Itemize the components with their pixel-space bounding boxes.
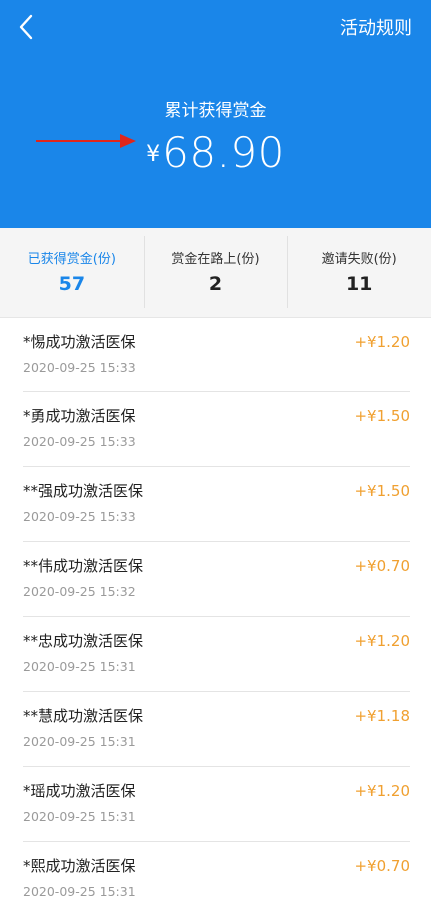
list-item: *熙成功激活医保 2020-09-25 15:31 +¥0.70 [23,842,410,916]
record-title: **忠成功激活医保 [23,632,144,650]
record-title: **伟成功激活医保 [23,557,144,575]
stat-failed-label: 邀请失败(份) [321,252,397,267]
record-time: 2020-09-25 15:31 [23,809,136,824]
list-item: *惕成功激活医保 2020-09-25 15:33 +¥1.20 [23,318,410,392]
record-amount: +¥1.20 [354,782,410,800]
record-title: **强成功激活医保 [23,482,144,500]
record-amount: +¥0.70 [354,857,410,875]
record-time: 2020-09-25 15:31 [23,734,136,749]
record-time: 2020-09-25 15:31 [23,659,136,674]
record-time: 2020-09-25 15:33 [23,509,136,524]
stat-pending-value: 2 [208,273,223,295]
stat-pending[interactable]: 赏金在路上(份) 2 [143,228,288,317]
back-button[interactable] [14,12,42,42]
stat-failed-value: 11 [345,273,373,295]
stat-earned-label: 已获得赏金(份) [27,252,116,267]
record-title: **慧成功激活医保 [23,707,144,725]
record-amount: +¥1.50 [354,482,410,500]
list-item: **强成功激活医保 2020-09-25 15:33 +¥1.50 [23,467,410,542]
list-item: **慧成功激活医保 2020-09-25 15:31 +¥1.18 [23,692,410,767]
record-title: *瑶成功激活医保 [23,782,136,800]
stat-earned[interactable]: 已获得赏金(份) 57 [0,228,144,317]
stat-failed[interactable]: 邀请失败(份) 11 [287,228,431,317]
record-title: *勇成功激活医保 [23,407,136,425]
stat-pending-label: 赏金在路上(份) [171,252,260,267]
list-item: *勇成功激活医保 2020-09-25 15:33 +¥1.50 [23,392,410,467]
currency-symbol: ¥ [146,142,161,167]
total-reward-value: 68.90 [162,128,285,177]
record-amount: +¥0.70 [354,557,410,575]
header-banner: 活动规则 累计获得赏金 ¥68.90 [0,0,431,228]
activity-rules-link[interactable]: 活动规则 [340,14,412,40]
record-amount: +¥1.50 [354,407,410,425]
record-title: *熙成功激活医保 [23,857,136,875]
list-item: **伟成功激活医保 2020-09-25 15:32 +¥0.70 [23,542,410,617]
record-amount: +¥1.20 [354,333,410,351]
reward-record-list: *惕成功激活医保 2020-09-25 15:33 +¥1.20 *勇成功激活医… [0,318,431,916]
record-amount: +¥1.20 [354,632,410,650]
stat-earned-value: 57 [58,273,86,295]
record-amount: +¥1.18 [354,707,410,725]
red-arrow-annotation [36,134,136,148]
chevron-left-icon [19,14,33,40]
total-reward-label: 累计获得赏金 [164,101,267,121]
list-item: **忠成功激活医保 2020-09-25 15:31 +¥1.20 [23,617,410,692]
record-time: 2020-09-25 15:31 [23,884,136,899]
record-title: *惕成功激活医保 [23,333,136,351]
record-time: 2020-09-25 15:32 [23,584,136,599]
record-time: 2020-09-25 15:33 [23,434,136,449]
list-item: *瑶成功激活医保 2020-09-25 15:31 +¥1.20 [23,767,410,842]
stats-bar: 已获得赏金(份) 57 赏金在路上(份) 2 邀请失败(份) 11 [0,228,431,318]
record-time: 2020-09-25 15:33 [23,360,136,375]
